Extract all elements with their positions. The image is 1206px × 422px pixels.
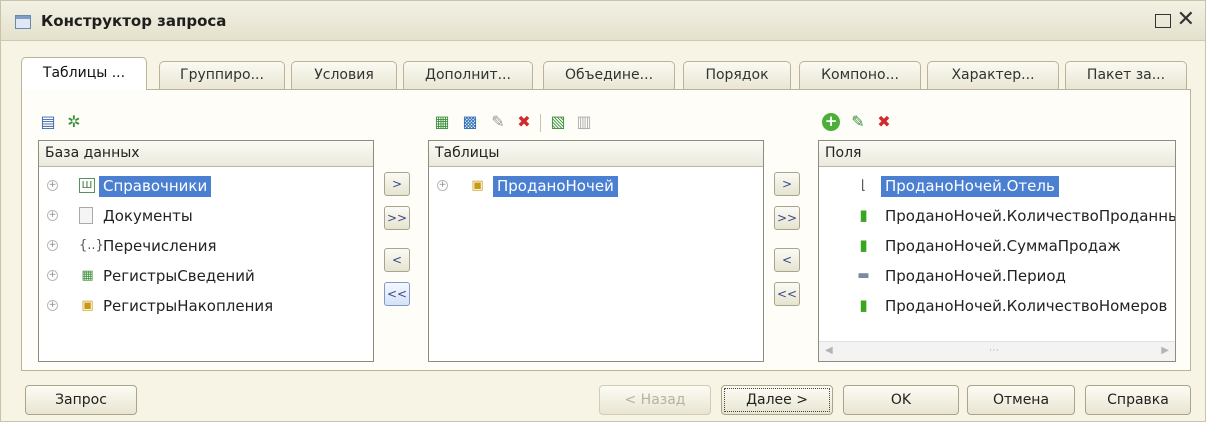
field-label: ПроданоНочей.КоличествоПроданных	[885, 207, 1176, 225]
fields-panel: Поля ⌊ ПроданоНочей.Отель ▮ ПроданоНочей…	[818, 140, 1176, 362]
tree-item-prodano-nochey[interactable]: + ▣ ПроданоНочей	[429, 171, 763, 201]
add-button[interactable]: >	[384, 172, 410, 196]
scroll-right-icon[interactable]: ▶	[1161, 345, 1169, 356]
edit-icon[interactable]: ✎	[488, 112, 508, 132]
document-icon	[79, 207, 93, 224]
catalog-icon: Ш	[79, 178, 95, 193]
scroll-thumb-icon[interactable]: ⋯	[989, 345, 999, 356]
tables-panel-header: Таблицы	[429, 141, 763, 167]
tab-conditions[interactable]: Условия	[291, 61, 397, 89]
close-icon[interactable]: ✕	[1177, 9, 1195, 31]
field-label: ПроданоНочей.Период	[885, 267, 1066, 285]
resource-icon: ▮	[859, 296, 868, 314]
attribute-icon: ▬	[857, 268, 870, 283]
tab-content: ▤ ✲ База данных + Ш Справочники + Докуме…	[21, 89, 1191, 371]
remove-all-button[interactable]: <<	[384, 282, 410, 306]
field-item[interactable]: ▮ ПроданоНочей.СуммаПродаж	[819, 231, 1175, 261]
delete-icon[interactable]: ✖	[874, 112, 894, 132]
back-button[interactable]: < Назад	[599, 385, 711, 415]
query-builder-window: Конструктор запроса ✕ Таблицы ... Группи…	[0, 0, 1206, 422]
add-table-icon[interactable]: ▦	[432, 112, 452, 132]
add-subquery-icon[interactable]: ▩	[460, 112, 480, 132]
tree-item-accumulation-registers[interactable]: + ▣ РегистрыНакопления	[39, 291, 373, 321]
add-field-button[interactable]: >	[774, 172, 800, 196]
tab-batch[interactable]: Пакет за...	[1065, 61, 1187, 89]
field-label: ПроданоНочей.Отель	[881, 176, 1059, 197]
remove-button[interactable]: <	[384, 248, 410, 272]
enum-icon: {..}	[79, 238, 104, 253]
tree-item-label: ПроданоНочей	[493, 176, 618, 197]
tree-item-catalogs[interactable]: + Ш Справочники	[39, 171, 373, 201]
rename-icon[interactable]: ▥	[574, 112, 594, 132]
field-item[interactable]: ▮ ПроданоНочей.КоличествоНомеров	[819, 291, 1175, 321]
field-label: ПроданоНочей.СуммаПродаж	[885, 237, 1121, 255]
tab-grouping[interactable]: Группиро...	[159, 61, 285, 89]
remove-field-button[interactable]: <	[774, 248, 800, 272]
accumulation-register-icon: ▣	[81, 298, 94, 313]
tree-item-documents[interactable]: + Документы	[39, 201, 373, 231]
resource-icon: ▮	[859, 206, 868, 224]
resource-icon: ▮	[859, 236, 868, 254]
tables-panel: Таблицы + ▣ ПроданоНочей	[428, 140, 764, 362]
horizontal-scrollbar[interactable]: ◀ ⋯ ▶	[819, 341, 1175, 361]
title-bar: Конструктор запроса ✕	[1, 1, 1205, 41]
expand-icon[interactable]: +	[437, 180, 448, 191]
expand-icon[interactable]: +	[47, 180, 58, 191]
tree-item-label: Справочники	[99, 176, 212, 197]
expand-icon[interactable]: +	[47, 270, 58, 281]
add-all-button[interactable]: >>	[384, 206, 410, 230]
maximize-icon[interactable]	[1155, 14, 1171, 28]
fields-toolbar: + ✎ ✖	[822, 112, 922, 134]
query-button[interactable]: Запрос	[25, 385, 137, 415]
refresh-tree-icon[interactable]: ✲	[64, 112, 84, 132]
tree-item-info-registers[interactable]: + ▦ РегистрыСведений	[39, 261, 373, 291]
database-panel: База данных + Ш Справочники + Документы …	[38, 140, 374, 362]
expand-icon[interactable]: +	[47, 240, 58, 251]
field-item[interactable]: ▬ ПроданоНочей.Период	[819, 261, 1175, 291]
tab-union[interactable]: Объедине...	[543, 61, 675, 89]
tree-item-enums[interactable]: + {..} Перечисления	[39, 231, 373, 261]
database-panel-header: База данных	[39, 141, 373, 167]
tab-order[interactable]: Порядок	[683, 61, 791, 89]
list-icon[interactable]: ▤	[38, 112, 58, 132]
tree-item-label: РегистрыНакопления	[103, 297, 274, 315]
tree-item-label: Перечисления	[103, 237, 217, 255]
info-register-icon: ▦	[81, 268, 94, 283]
tables-toolbar: ▦ ▩ ✎ ✖ ▧ ▥	[432, 112, 652, 134]
window-icon	[15, 15, 31, 29]
tree-item-label: РегистрыСведений	[103, 267, 255, 285]
register-table-icon: ▣	[471, 178, 484, 193]
replace-table-icon[interactable]: ▧	[548, 112, 568, 132]
add-icon[interactable]: +	[822, 113, 840, 131]
field-item[interactable]: ⌊ ПроданоНочей.Отель	[819, 171, 1175, 201]
help-button[interactable]: Справка	[1085, 385, 1191, 415]
add-all-fields-button[interactable]: >>	[774, 206, 800, 230]
remove-all-fields-button[interactable]: <<	[774, 282, 800, 306]
toolbar-separator	[540, 114, 541, 132]
tab-bar: Таблицы ... Группиро... Условия Дополнит…	[21, 57, 1191, 90]
scroll-left-icon[interactable]: ◀	[825, 345, 833, 356]
tree-item-label: Документы	[103, 207, 193, 225]
tab-composition[interactable]: Компоно...	[799, 61, 921, 89]
expand-icon[interactable]: +	[47, 210, 58, 221]
window-title: Конструктор запроса	[41, 12, 227, 30]
tab-tables[interactable]: Таблицы ...	[21, 57, 147, 90]
tab-characteristics[interactable]: Характер...	[927, 61, 1059, 89]
delete-icon[interactable]: ✖	[514, 112, 534, 132]
field-item[interactable]: ▮ ПроданоНочей.КоличествоПроданных	[819, 201, 1175, 231]
field-label: ПроданоНочей.КоличествоНомеров	[885, 297, 1168, 315]
ok-button[interactable]: OK	[843, 385, 959, 415]
edit-icon[interactable]: ✎	[848, 112, 868, 132]
tab-additional[interactable]: Дополнит...	[403, 61, 533, 89]
cancel-button[interactable]: Отмена	[967, 385, 1075, 415]
next-button[interactable]: Далее >	[721, 385, 833, 415]
dimension-icon: ⌊	[860, 178, 867, 193]
expand-icon[interactable]: +	[47, 300, 58, 311]
fields-panel-header: Поля	[819, 141, 1175, 167]
database-toolbar: ▤ ✲	[38, 112, 118, 134]
